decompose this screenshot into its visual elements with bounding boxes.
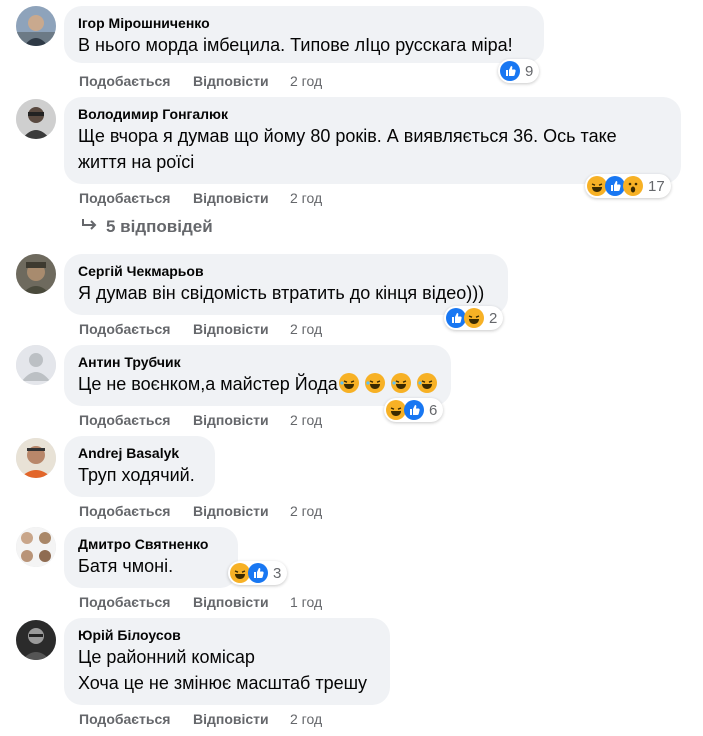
comment-text: Ще вчора я думав що йому 80 років. А вия… [78,126,617,172]
reaction-count: 17 [648,177,665,195]
comment-author[interactable]: Ігор Мірошниченко [78,14,530,32]
comment-text-content: Це не воєнком,а майстер Йода [78,374,338,394]
comment-bubble: Володимир Гонгалюк Ще вчора я думав що й… [64,97,681,184]
like-reaction-icon [500,61,520,81]
comment-author[interactable]: Дмитро Святненко [78,535,224,553]
reply-button[interactable]: Відповісти [193,593,269,611]
avatar[interactable] [16,345,56,385]
reply-arrow-icon [81,215,98,239]
comment-author[interactable]: Володимир Гонгалюк [78,105,667,123]
haha-reaction-icon [587,176,607,196]
avatar[interactable] [16,6,56,46]
comment-text: Труп ходячий. [78,465,195,485]
like-button[interactable]: Подобається [79,72,170,90]
reaction-summary[interactable]: 9 [498,59,540,83]
avatar[interactable] [16,254,56,294]
comment-timestamp[interactable]: 1 год [290,593,322,611]
comment-author[interactable]: Юрій Білоусов [78,626,376,644]
like-reaction-icon [248,563,268,583]
reaction-count: 6 [429,401,438,419]
rofl-emoji-icon [416,373,437,393]
avatar[interactable] [16,620,56,660]
comment-text: Я думав він свідомість втратить до кінця… [78,283,485,303]
comment-author[interactable]: Антин Трубчик [78,353,437,371]
comment-timestamp[interactable]: 2 год [290,320,322,338]
comment-bubble: Andrej Basalyk Труп ходячий. [64,436,215,497]
like-button[interactable]: Подобається [79,710,170,728]
comment-bubble: Дмитро Святненко Батя чмоні. [64,527,238,588]
comment-timestamp[interactable]: 2 год [290,411,322,429]
reaction-summary[interactable]: 17 [585,174,671,198]
like-button[interactable]: Подобається [79,320,170,338]
comment-bubble: Ігор Мірошниченко В нього морда імбецила… [64,6,544,63]
like-button[interactable]: Подобається [79,502,170,520]
wow-reaction-icon [623,176,643,196]
replies-count-label[interactable]: 5 відповідей [106,217,213,236]
comment-text: В нього морда імбецила. Типове лІцо русс… [78,35,513,55]
comment-text: Це не воєнком,а майстер Йода [78,371,437,397]
comment-timestamp[interactable]: 2 год [290,502,322,520]
comment-text: Це районний комісар Хоча це не змінює ма… [78,647,368,693]
reply-button[interactable]: Відповісти [193,72,269,90]
reply-button[interactable]: Відповісти [193,502,269,520]
like-reaction-icon [404,400,424,420]
avatar[interactable] [16,527,56,567]
like-button[interactable]: Подобається [79,189,170,207]
comment-bubble: Юрій Білоусов Це районний комісар Хоча ц… [64,618,390,705]
view-replies-link[interactable]: 5 відповідей [81,215,213,239]
reaction-count: 3 [273,564,282,582]
reply-button[interactable]: Відповісти [193,411,269,429]
comment-timestamp[interactable]: 2 год [290,72,322,90]
comment-timestamp[interactable]: 2 год [290,189,322,207]
haha-reaction-icon [386,400,406,420]
reply-button[interactable]: Відповісти [193,189,269,207]
rofl-emoji-icon [390,373,411,393]
comment-timestamp[interactable]: 2 год [290,710,322,728]
reaction-summary[interactable]: 2 [444,306,504,330]
comment-author[interactable]: Andrej Basalyk [78,444,201,462]
reaction-summary[interactable]: 3 [228,561,288,585]
like-button[interactable]: Подобається [79,593,170,611]
reaction-count: 2 [489,309,498,327]
reply-button[interactable]: Відповісти [193,320,269,338]
like-reaction-icon [446,308,466,328]
rofl-emoji-icon [364,373,385,393]
comment-author[interactable]: Сергій Чекмарьов [78,262,494,280]
reaction-summary[interactable]: 6 [384,398,444,422]
reaction-count: 9 [525,62,534,80]
comment-text: Батя чмоні. [78,556,174,576]
haha-reaction-icon [464,308,484,328]
like-button[interactable]: Подобається [79,411,170,429]
reply-button[interactable]: Відповісти [193,710,269,728]
avatar[interactable] [16,99,56,139]
avatar[interactable] [16,438,56,478]
rofl-emoji-icon [338,373,359,393]
like-reaction-icon [605,176,625,196]
comment-bubble: Сергій Чекмарьов Я думав він свідомість … [64,254,508,315]
comment-bubble: Антин Трубчик Це не воєнком,а майстер Йо… [64,345,451,406]
haha-reaction-icon [230,563,250,583]
